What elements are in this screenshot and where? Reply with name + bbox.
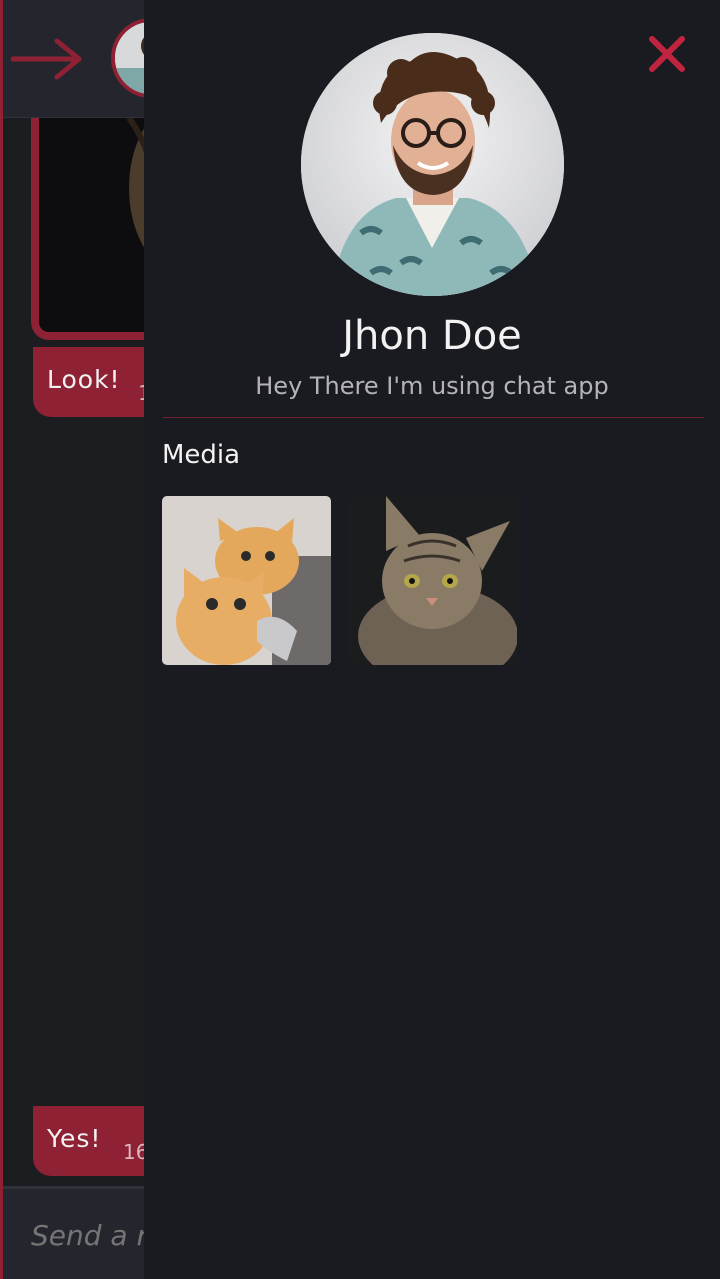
profile-avatar [301, 33, 564, 296]
message-text: Yes! [47, 1124, 102, 1153]
media-title: Media [162, 440, 241, 470]
profile-drawer: Jhon Doe Hey There I'm using chat app Me… [144, 0, 720, 1279]
message-text: Look! [47, 365, 121, 394]
app: Look! 1 Yes! 16 [0, 0, 720, 1279]
profile-name: Jhon Doe [342, 313, 522, 359]
divider [163, 417, 704, 418]
close-icon[interactable] [647, 34, 687, 74]
arrow-right-icon[interactable] [11, 38, 85, 80]
media-thumbnail-kittens[interactable] [162, 496, 331, 665]
profile-status: Hey There I'm using chat app [255, 372, 609, 400]
media-grid [162, 496, 702, 666]
media-thumbnail-tabby-cat[interactable] [348, 496, 517, 665]
